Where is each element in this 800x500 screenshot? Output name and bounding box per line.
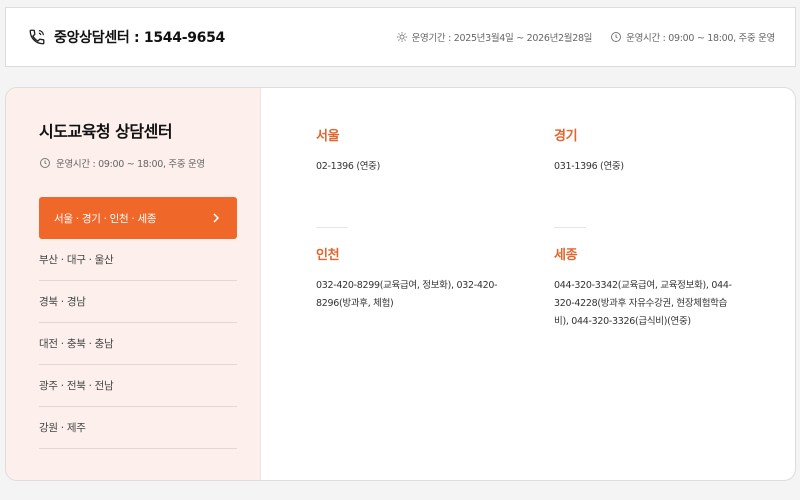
region-sidebar: 시도교육청 상담센터 운영시간 : 09:00 ~ 18:00, 주중 운영 서… xyxy=(6,88,261,480)
divider xyxy=(316,227,348,228)
region-tab-active[interactable]: 서울 · 경기 · 인천 · 세종 xyxy=(39,197,237,239)
region-tab-gangwon[interactable]: 강원 · 제주 xyxy=(39,407,237,449)
chevron-right-icon xyxy=(211,213,221,223)
region-tab-gwangju[interactable]: 광주 · 전북 · 전남 xyxy=(39,365,237,407)
region-tab-label: 대전 · 충북 · 충남 xyxy=(39,338,114,350)
sidebar-hours-text: 운영시간 : 09:00 ~ 18:00, 주중 운영 xyxy=(56,159,205,170)
region-incheon: 인천 032-420-8299(교육급여, 정보화), 032-420-8296… xyxy=(316,244,528,313)
region-incheon-contact: 032-420-8299(교육급여, 정보화), 032-420-8296(방과… xyxy=(316,280,498,309)
operation-hours-text: 운영시간 : 09:00 ~ 18:00, 주중 운영 xyxy=(626,33,775,44)
region-tab-list: 부산 · 대구 · 울산 경북 · 경남 대전 · 충북 · 충남 광주 · 전… xyxy=(39,239,237,449)
region-tab-label: 부산 · 대구 · 울산 xyxy=(39,254,114,266)
center-contact: 중앙상담센터 : 1544-9654 xyxy=(28,27,225,47)
region-tab-active-label: 서울 · 경기 · 인천 · 세종 xyxy=(54,212,157,225)
clock-icon xyxy=(610,31,622,43)
region-tab-label: 강원 · 제주 xyxy=(39,422,86,434)
operation-period: 운영기간 : 2025년3월4일 ~ 2026년2월28일 xyxy=(396,30,593,44)
region-incheon-title: 인천 xyxy=(316,248,340,263)
sidebar-title: 시도교육청 상담센터 xyxy=(39,122,173,141)
phone-icon xyxy=(28,28,46,46)
operation-hours: 운영시간 : 09:00 ~ 18:00, 주중 운영 xyxy=(610,30,775,44)
region-tab-busan[interactable]: 부산 · 대구 · 울산 xyxy=(39,239,237,281)
operation-period-text: 운영기간 : 2025년3월4일 ~ 2026년2월28일 xyxy=(411,33,593,44)
region-tab-label: 광주 · 전북 · 전남 xyxy=(39,380,114,392)
operation-meta: 운영기간 : 2025년3월4일 ~ 2026년2월28일 운영시간 : 09:… xyxy=(396,30,775,44)
sun-icon xyxy=(396,31,408,43)
region-gyeonggi-contact: 031-1396 (연중) xyxy=(554,161,624,172)
clock-icon xyxy=(39,157,51,169)
region-tab-daejeon[interactable]: 대전 · 충북 · 충남 xyxy=(39,323,237,365)
region-sejong-title: 세종 xyxy=(554,248,578,263)
region-sejong-contact: 044-320-3342(교육급여, 교육정보화), 044-320-4228(… xyxy=(554,280,732,327)
region-details: 서울 02-1396 (연중) 경기 031-1396 (연중) 인천 032-… xyxy=(261,88,795,480)
region-tab-label: 경북 · 경남 xyxy=(39,296,86,308)
region-tab-gyeongbuk[interactable]: 경북 · 경남 xyxy=(39,281,237,323)
region-sejong: 세종 044-320-3342(교육급여, 교육정보화), 044-320-42… xyxy=(554,244,734,331)
region-seoul: 서울 02-1396 (연중) xyxy=(316,125,496,176)
regional-centers-card: 시도교육청 상담센터 운영시간 : 09:00 ~ 18:00, 주중 운영 서… xyxy=(5,87,796,481)
region-gyeonggi-title: 경기 xyxy=(554,129,578,144)
divider xyxy=(554,227,586,228)
sidebar-hours: 운영시간 : 09:00 ~ 18:00, 주중 운영 xyxy=(39,156,238,170)
region-seoul-contact: 02-1396 (연중) xyxy=(316,161,381,172)
center-title: 중앙상담센터 : 1544-9654 xyxy=(54,30,225,46)
region-gyeonggi: 경기 031-1396 (연중) xyxy=(554,125,734,176)
region-seoul-title: 서울 xyxy=(316,129,340,144)
header-bar: 중앙상담센터 : 1544-9654 운영기간 : 2025년3월4일 ~ 20… xyxy=(5,7,796,67)
